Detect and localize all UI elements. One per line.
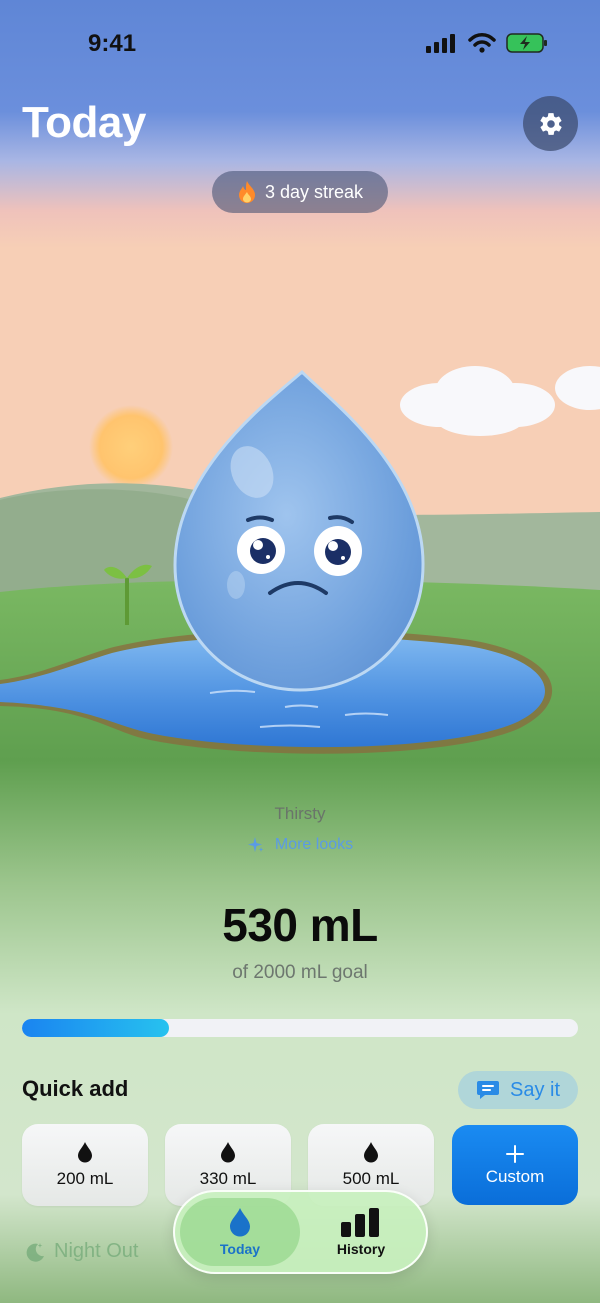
intake-amount: 530 mL xyxy=(222,899,378,951)
progress-bar xyxy=(22,1019,578,1037)
water-drop-icon xyxy=(78,1142,92,1163)
tab-history[interactable]: History xyxy=(301,1198,421,1266)
bar-chart-icon xyxy=(341,1208,379,1237)
plus-icon xyxy=(506,1145,524,1163)
night-out-label: Night Out xyxy=(54,1240,139,1262)
settings-button[interactable] xyxy=(523,96,578,151)
speech-bubble-icon xyxy=(476,1081,499,1099)
say-it-button[interactable]: Say it xyxy=(458,1071,578,1109)
custom-amount-button[interactable]: Custom xyxy=(452,1125,578,1205)
page-title: Today xyxy=(22,98,146,147)
moon-icon xyxy=(26,1242,44,1262)
cellular-signal-icon xyxy=(426,34,455,53)
more-looks-button[interactable]: More looks xyxy=(0,836,600,854)
water-drop-icon xyxy=(364,1142,378,1163)
custom-label: Custom xyxy=(485,1167,545,1186)
tab-today[interactable]: Today xyxy=(180,1198,300,1266)
mascot-mood: Thirsty xyxy=(274,804,326,823)
tab-today-label: Today xyxy=(219,1241,261,1257)
wifi-icon xyxy=(468,33,496,53)
more-looks-label: More looks xyxy=(274,836,354,853)
quick-add-200-button[interactable]: 200 mL xyxy=(22,1124,148,1206)
water-drop-icon xyxy=(221,1142,235,1163)
flame-icon xyxy=(238,181,255,203)
quick-add-label: 330 mL xyxy=(199,1169,257,1188)
water-drop-icon xyxy=(230,1208,250,1237)
streak-label: 3 day streak xyxy=(264,181,364,202)
quick-add-title: Quick add xyxy=(22,1076,129,1101)
settings-gear-icon xyxy=(539,112,562,135)
quick-add-label: 200 mL xyxy=(56,1169,114,1188)
status-time: 9:41 xyxy=(88,30,137,57)
goal-text: of 2000 mL goal xyxy=(232,962,368,983)
tab-history-label: History xyxy=(336,1241,386,1257)
streak-badge[interactable]: 3 day streak xyxy=(212,171,388,213)
say-it-label: Say it xyxy=(509,1078,561,1101)
battery-charging-icon xyxy=(506,33,547,53)
sparkle-icon xyxy=(247,837,264,852)
progress-fill xyxy=(22,1019,170,1037)
tab-bar: Today History xyxy=(173,1190,428,1274)
night-out-button[interactable]: Night Out xyxy=(24,1240,138,1263)
status-icons xyxy=(426,32,548,54)
quick-add-label: 500 mL xyxy=(342,1169,400,1188)
